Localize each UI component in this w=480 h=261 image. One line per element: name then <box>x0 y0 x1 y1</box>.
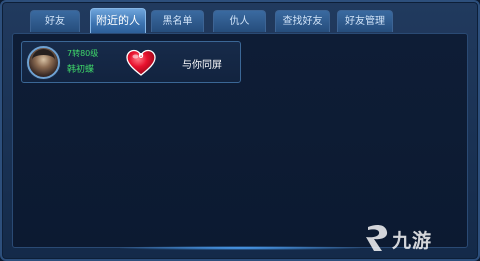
tab-find-friend[interactable]: 查找好友 <box>275 10 330 32</box>
bottom-glow <box>120 246 360 250</box>
nearby-list-panel: 7转80级 韩初蝶 0 与你同屏 <box>12 33 468 248</box>
tab-enemies[interactable]: 仇人 <box>213 10 266 32</box>
avatar <box>27 46 60 79</box>
list-item[interactable]: 7转80级 韩初蝶 0 与你同屏 <box>21 41 241 83</box>
tab-friends[interactable]: 好友 <box>30 10 80 32</box>
same-screen-label: 与你同屏 <box>182 60 222 71</box>
tab-friend-manage[interactable]: 好友管理 <box>337 10 393 32</box>
avatar-hair <box>32 49 55 71</box>
tab-blacklist[interactable]: 黑名单 <box>151 10 204 32</box>
player-name: 韩初蝶 <box>67 65 95 75</box>
intimacy-value: 0 <box>138 52 144 60</box>
watermark-text: 九游 <box>392 230 433 252</box>
tab-nearby[interactable]: 附近的人 <box>90 8 146 33</box>
player-level: 7转80级 <box>67 49 99 58</box>
